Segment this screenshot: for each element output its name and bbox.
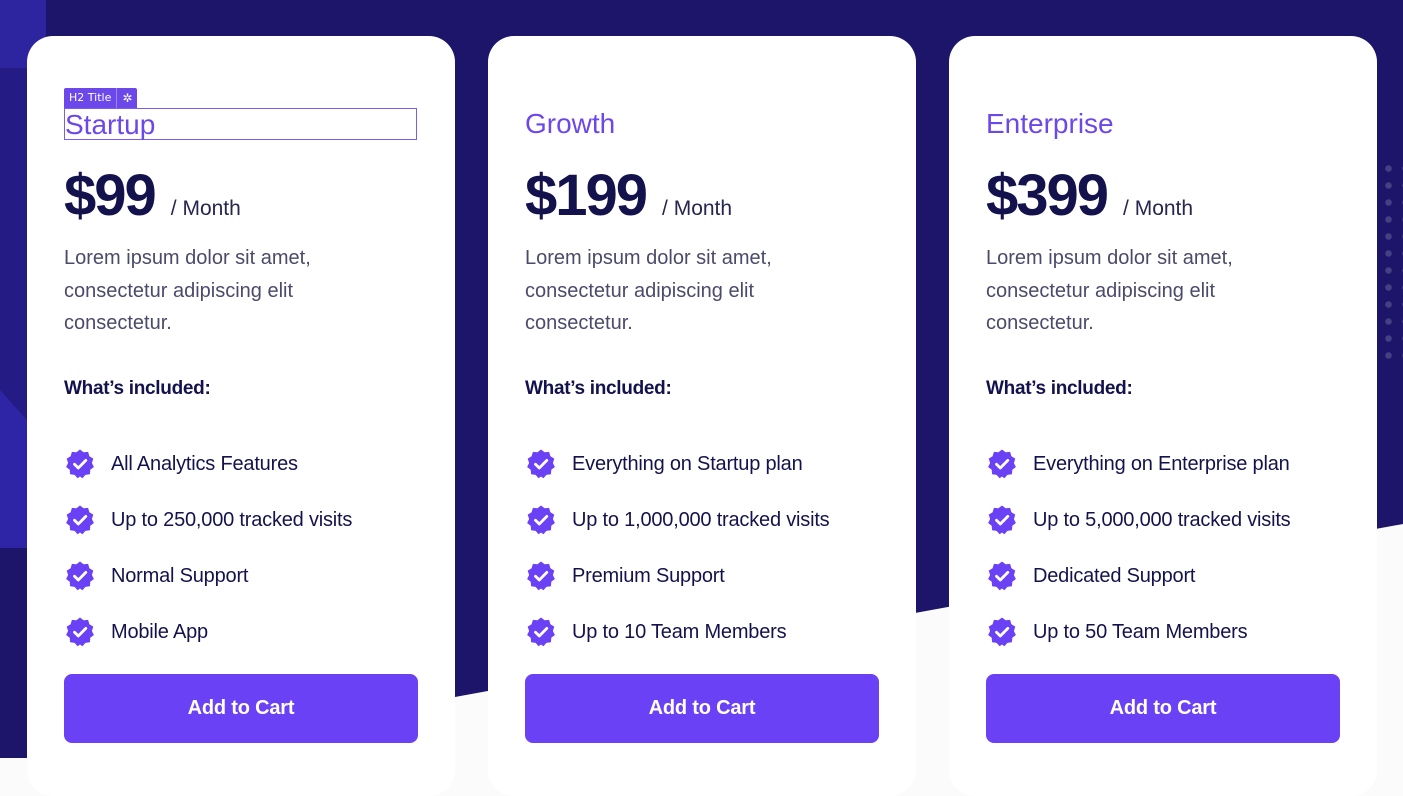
editor-widget-chip[interactable]: H2 Title ✲ [64,88,138,108]
feature-text: Up to 10 Team Members [572,620,787,643]
feature-text: Up to 50 Team Members [1033,620,1248,643]
feature-item: Up to 5,000,000 tracked visits [986,492,1291,548]
feature-item: Normal Support [64,548,352,604]
verified-badge-icon [527,449,555,479]
editor-chip-label: H2 Title [69,91,112,104]
plan-period: / Month [170,197,241,220]
plan-title[interactable]: Enterprise [986,108,1339,140]
feature-text: Premium Support [572,564,725,587]
feature-text: Mobile App [111,620,208,643]
pricing-card-enterprise: Enterprise $399 / Month Lorem ipsum dolo… [949,36,1377,796]
feature-list: All Analytics Features Up to 250,000 tra… [64,436,352,660]
verified-badge-icon [527,561,555,591]
feature-item: Up to 1,000,000 tracked visits [525,492,830,548]
feature-item: Up to 250,000 tracked visits [64,492,352,548]
feature-text: All Analytics Features [111,452,298,475]
plan-price: $399 [986,163,1109,228]
plan-price: $99 [64,163,157,228]
verified-badge-icon [988,449,1016,479]
included-heading: What’s included: [64,378,211,399]
plan-description: Lorem ipsum dolor sit amet, consectetur … [64,247,311,334]
feature-item: Premium Support [525,548,829,604]
feature-text: Dedicated Support [1033,564,1196,587]
plan-description: Lorem ipsum dolor sit amet, consectetur … [986,247,1233,334]
feature-item: Everything on Startup plan [525,436,829,492]
price-row: $199 / Month [525,164,732,228]
verified-badge-icon [66,449,94,479]
plan-description: Lorem ipsum dolor sit amet, consectetur … [525,247,772,334]
verified-badge-icon [527,505,555,535]
pricing-card-startup: H2 Title ✲ Startup $99 / Month Lorem ips… [27,36,455,796]
verified-badge-icon [988,561,1016,591]
feature-text: Up to 250,000 tracked visits [111,508,353,531]
feature-text: Everything on Startup plan [572,452,803,475]
plan-period: / Month [662,197,733,220]
feature-text: Normal Support [111,564,249,587]
add-to-cart-button[interactable]: Add to Cart [64,674,418,743]
feature-item: Up to 50 Team Members [986,604,1290,660]
add-to-cart-button[interactable]: Add to Cart [986,674,1340,743]
plan-title[interactable]: Startup [64,108,417,140]
pricing-card-growth: Growth $199 / Month Lorem ipsum dolor si… [488,36,916,796]
feature-item: Up to 10 Team Members [525,604,829,660]
verified-badge-icon [66,561,94,591]
plan-period: / Month [1123,197,1194,220]
add-to-cart-button[interactable]: Add to Cart [525,674,879,743]
plan-price: $199 [525,163,648,228]
feature-item: Mobile App [64,604,352,660]
included-heading: What’s included: [525,378,672,399]
verified-badge-icon [988,505,1016,535]
feature-list: Everything on Startup plan Up to 1,000,0… [525,436,830,660]
included-heading: What’s included: [986,378,1133,399]
verified-badge-icon [527,617,555,647]
plan-title[interactable]: Growth [525,108,878,140]
price-row: $399 / Month [986,164,1193,228]
feature-item: Everything on Enterprise plan [986,436,1290,492]
gear-icon[interactable]: ✲ [116,88,137,108]
verified-badge-icon [988,617,1016,647]
verified-badge-icon [66,505,94,535]
feature-text: Everything on Enterprise plan [1033,452,1290,475]
feature-text: Up to 5,000,000 tracked visits [1033,508,1291,531]
feature-item: Dedicated Support [986,548,1290,604]
dot-pattern [1380,160,1403,360]
price-row: $99 / Month [64,164,241,228]
feature-item: All Analytics Features [64,436,352,492]
feature-text: Up to 1,000,000 tracked visits [572,508,830,531]
feature-list: Everything on Enterprise plan Up to 5,00… [986,436,1291,660]
verified-badge-icon [66,617,94,647]
